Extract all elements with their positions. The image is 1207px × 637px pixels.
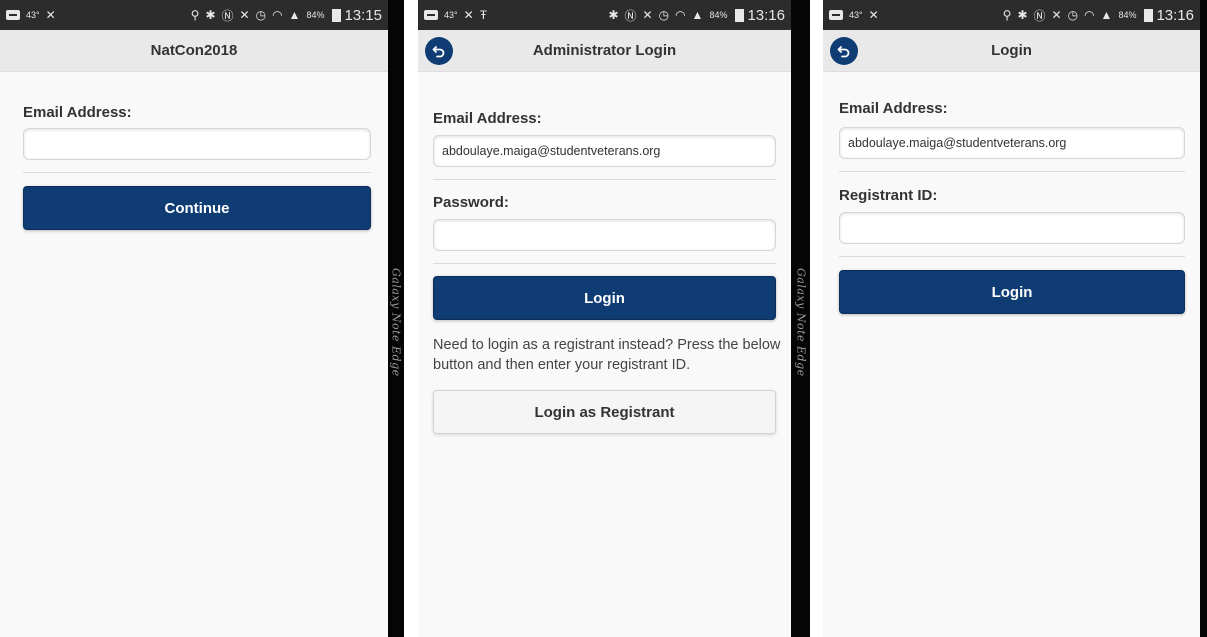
location-icon: ⚲ [1002, 8, 1012, 22]
app-screen: 43° ✕ ⚲ ✱ Ⓝ ✕ ◷ ◠ ▲ 84% 13:16 Login Emai… [823, 0, 1200, 637]
email-label: Email Address: [839, 100, 948, 117]
carrier-icon: Ŧ [479, 8, 488, 22]
page-header: Administrator Login [418, 30, 791, 72]
status-temperature: 43° [849, 10, 863, 20]
device-edge: Galaxy Note Edge [388, 0, 404, 637]
continue-button-label: Continue [164, 199, 230, 217]
back-arrow-icon [837, 45, 850, 57]
battery-percent: 84% [306, 10, 325, 20]
mute-icon: ✕ [642, 8, 653, 22]
page-header: Login [823, 30, 1200, 72]
email-label: Email Address: [433, 110, 542, 127]
divider [23, 172, 371, 173]
login-button[interactable]: Login [433, 276, 776, 320]
nfc-icon: Ⓝ [221, 8, 234, 23]
status-time: 13:16 [747, 6, 785, 24]
email-field[interactable]: abdoulaye.maiga@studentveterans.org [433, 135, 776, 167]
battery-percent: 84% [1118, 10, 1137, 20]
registrant-id-field[interactable] [839, 212, 1185, 244]
device-edge: Galaxy Note Edge [791, 0, 810, 637]
status-time: 13:15 [344, 6, 382, 24]
bluetooth-icon: ✱ [608, 8, 619, 22]
device-edge-label: Galaxy Note Edge [794, 268, 807, 377]
signal-icon: ▲ [288, 8, 301, 22]
alarm-icon: ◷ [658, 8, 670, 22]
login-button[interactable]: Login [839, 270, 1185, 314]
divider [839, 256, 1185, 257]
location-icon: ⚲ [190, 8, 200, 22]
battery-icon [1144, 8, 1154, 22]
back-arrow-icon [432, 45, 445, 57]
back-button[interactable] [830, 36, 858, 65]
battery-icon [735, 8, 745, 22]
app-screen: 43° ✕ Ŧ ✱ Ⓝ ✕ ◷ ◠ ▲ 84% 13:16 Administra… [418, 0, 791, 637]
status-time: 13:16 [1156, 6, 1194, 24]
bluetooth-icon: ✱ [205, 8, 216, 22]
login-button-label: Login [584, 289, 625, 307]
divider [433, 263, 776, 264]
status-bar: 43° ✕ ⚲ ✱ Ⓝ ✕ ◷ ◠ ▲ 84% 13:15 [0, 0, 388, 30]
bluetooth-icon: ✱ [1017, 8, 1028, 22]
login-as-registrant-label: Login as Registrant [534, 403, 675, 421]
phone-screen-3: 43° ✕ ⚲ ✱ Ⓝ ✕ ◷ ◠ ▲ 84% 13:16 Login Emai… [823, 0, 1207, 637]
signal-icon: ▲ [691, 8, 704, 22]
back-button[interactable] [425, 36, 453, 65]
missed-call-icon: ✕ [463, 8, 474, 22]
mute-icon: ✕ [239, 8, 250, 22]
message-icon [6, 10, 20, 20]
login-as-registrant-button[interactable]: Login as Registrant [433, 390, 776, 434]
registrant-id-label: Registrant ID: [839, 187, 938, 204]
status-bar: 43° ✕ Ŧ ✱ Ⓝ ✕ ◷ ◠ ▲ 84% 13:16 [418, 0, 791, 30]
status-bar: 43° ✕ ⚲ ✱ Ⓝ ✕ ◷ ◠ ▲ 84% 13:16 [823, 0, 1200, 30]
wifi-icon: ◠ [675, 8, 686, 22]
signal-icon: ▲ [1100, 8, 1113, 22]
device-edge-label: Galaxy Note Edge [389, 268, 403, 377]
email-label: Email Address: [23, 104, 132, 121]
wifi-icon: ◠ [272, 8, 283, 22]
battery-percent: 84% [709, 10, 728, 20]
missed-call-icon: ✕ [45, 8, 56, 22]
phone-screen-1: 43° ✕ ⚲ ✱ Ⓝ ✕ ◷ ◠ ▲ 84% 13:15 NatCon2018… [0, 0, 404, 637]
message-icon [424, 10, 438, 20]
status-temperature: 43° [26, 10, 40, 20]
password-field[interactable] [433, 219, 776, 251]
page-header: NatCon2018 [0, 30, 388, 72]
mute-icon: ✕ [1051, 8, 1062, 22]
page-title: Login [991, 42, 1032, 59]
nfc-icon: Ⓝ [1033, 8, 1046, 23]
page-title: NatCon2018 [150, 42, 238, 59]
password-label: Password: [433, 194, 509, 211]
app-screen: 43° ✕ ⚲ ✱ Ⓝ ✕ ◷ ◠ ▲ 84% 13:15 NatCon2018… [0, 0, 388, 637]
registrant-help-text: Need to login as a registrant instead? P… [433, 337, 781, 373]
continue-button[interactable]: Continue [23, 186, 371, 230]
battery-icon [332, 8, 342, 22]
divider [433, 179, 776, 180]
alarm-icon: ◷ [255, 8, 267, 22]
missed-call-icon: ✕ [868, 8, 879, 22]
wifi-icon: ◠ [1084, 8, 1095, 22]
message-icon [829, 10, 843, 20]
phone-screen-2: 43° ✕ Ŧ ✱ Ⓝ ✕ ◷ ◠ ▲ 84% 13:16 Administra… [418, 0, 810, 637]
alarm-icon: ◷ [1067, 8, 1079, 22]
login-button-label: Login [991, 283, 1033, 301]
device-edge [1200, 0, 1207, 637]
divider [839, 171, 1185, 172]
email-field[interactable] [23, 128, 371, 160]
status-temperature: 43° [444, 10, 458, 20]
email-field[interactable]: abdoulaye.maiga@studentveterans.org [839, 127, 1185, 159]
page-title: Administrator Login [532, 42, 677, 59]
nfc-icon: Ⓝ [624, 8, 637, 23]
